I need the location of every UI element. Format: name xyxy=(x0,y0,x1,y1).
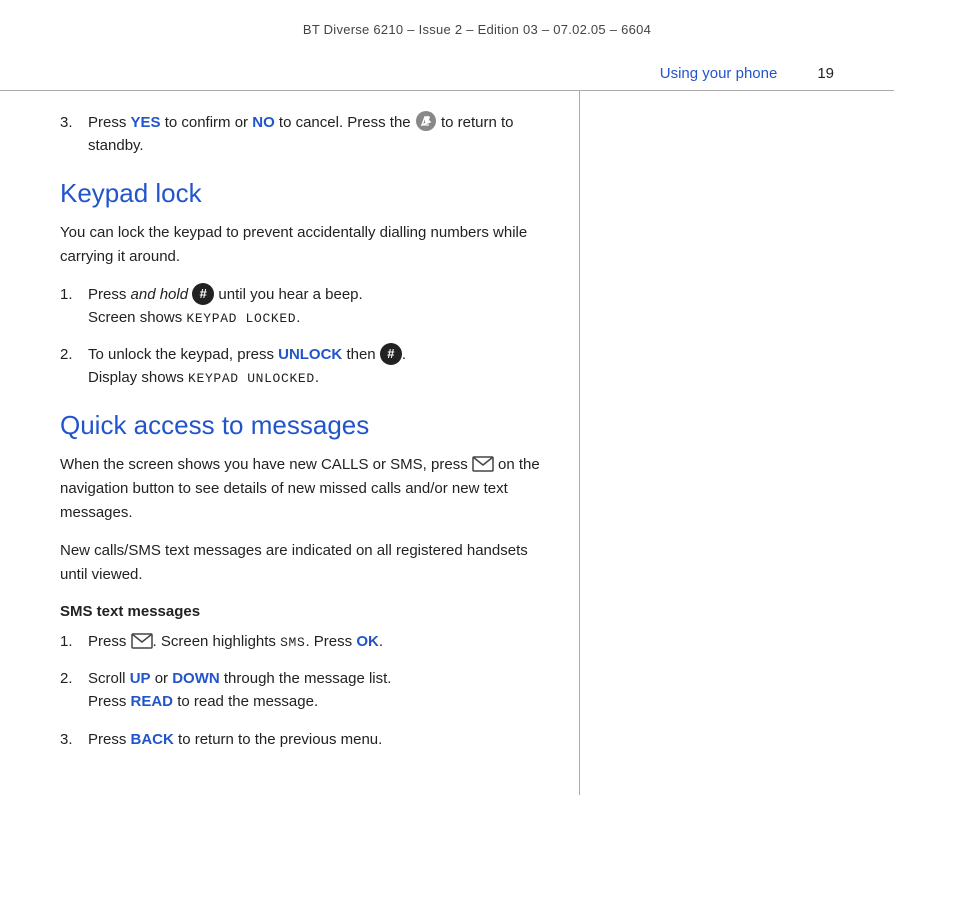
no-keyword: NO xyxy=(252,114,275,131)
yes-keyword: YES xyxy=(131,114,161,131)
quick-access-heading: Quick access to messages xyxy=(60,410,549,441)
step-3-content: Press YES to confirm or NO to cancel. Pr… xyxy=(88,111,549,158)
sms-step-3: 3. Press BACK to return to the previous … xyxy=(60,728,549,751)
envelope-icon-2 xyxy=(131,633,153,649)
step-3-item: 3. Press YES to confirm or NO to cancel.… xyxy=(60,111,549,158)
sms-step-1-content: Press . Screen highlights SMS. Press OK. xyxy=(88,630,549,653)
quick-access-desc1: When the screen shows you have new CALLS… xyxy=(60,453,549,525)
and-hold-text: and hold xyxy=(131,286,189,303)
down-keyword: DOWN xyxy=(172,670,220,687)
header-title: BT Diverse 6210 – Issue 2 – Edition 03 –… xyxy=(303,22,651,37)
main-content: 3. Press YES to confirm or NO to cancel.… xyxy=(0,91,954,795)
keypad-step-2: 2. To unlock the keypad, press UNLOCK th… xyxy=(60,343,549,390)
read-keyword: READ xyxy=(131,693,174,710)
right-column xyxy=(580,91,954,795)
ok-keyword: OK xyxy=(356,633,379,650)
page-header: BT Diverse 6210 – Issue 2 – Edition 03 –… xyxy=(0,0,954,47)
sms-mono: SMS xyxy=(280,635,305,650)
sms-step-1-num: 1. xyxy=(60,630,88,653)
sms-heading-label: SMS xyxy=(60,603,93,620)
sms-subheading: SMS text messages xyxy=(60,603,549,620)
keypad-lock-desc: You can lock the keypad to prevent accid… xyxy=(60,221,549,269)
keypad-lock-heading: Keypad lock xyxy=(60,178,549,209)
keypad-unlocked-mono: KEYPAD UNLOCKED xyxy=(188,371,315,386)
section-title: Using your phone xyxy=(660,65,778,82)
section-header: Using your phone 19 xyxy=(0,47,894,91)
sms-step-2-num: 2. xyxy=(60,667,88,714)
keypad-locked-mono: KEYPAD LOCKED xyxy=(186,311,296,326)
page-number: 19 xyxy=(817,65,834,82)
back-keyword: BACK xyxy=(131,731,174,748)
sms-step-2-content: Scroll UP or DOWN through the message li… xyxy=(88,667,549,714)
sms-step-2: 2. Scroll UP or DOWN through the message… xyxy=(60,667,549,714)
sms-step-1: 1. Press . Screen highlights SMS. Press … xyxy=(60,630,549,653)
left-column: 3. Press YES to confirm or NO to cancel.… xyxy=(0,91,580,795)
up-keyword: UP xyxy=(130,670,151,687)
page-container: BT Diverse 6210 – Issue 2 – Edition 03 –… xyxy=(0,0,954,906)
keypad-step-2-content: To unlock the keypad, press UNLOCK then … xyxy=(88,343,549,390)
unlock-keyword: UNLOCK xyxy=(278,346,342,363)
quick-access-desc2: New calls/SMS text messages are indicate… xyxy=(60,539,549,587)
hash-icon-2: # xyxy=(380,343,402,365)
keypad-step-1: 1. Press and hold # until you hear a bee… xyxy=(60,283,549,330)
step-3-num: 3. xyxy=(60,111,88,158)
hash-icon: # xyxy=(192,283,214,305)
sms-step-3-content: Press BACK to return to the previous men… xyxy=(88,728,549,751)
pencil-icon xyxy=(415,110,437,132)
envelope-icon xyxy=(472,456,494,472)
keypad-step-2-num: 2. xyxy=(60,343,88,390)
keypad-step-1-num: 1. xyxy=(60,283,88,330)
keypad-step-1-content: Press and hold # until you hear a beep. … xyxy=(88,283,549,330)
sms-step-3-num: 3. xyxy=(60,728,88,751)
